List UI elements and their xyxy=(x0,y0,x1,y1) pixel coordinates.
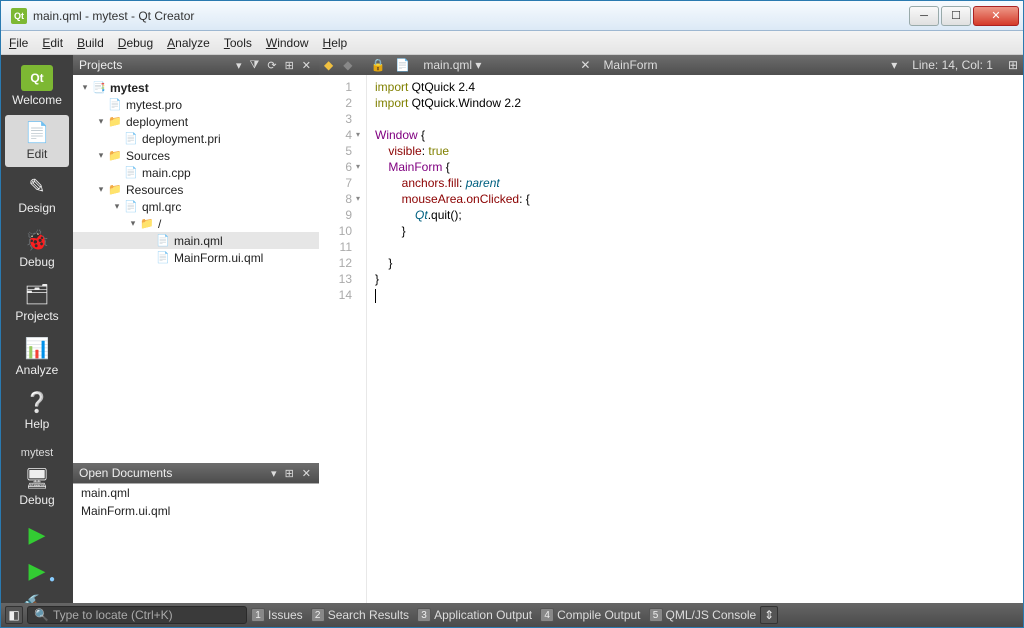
split-editor-icon[interactable]: ⊞ xyxy=(1003,58,1023,72)
search-icon: 🔍 xyxy=(34,608,49,622)
output-pane-expand-button[interactable]: ⇕ xyxy=(760,606,778,624)
cursor-position[interactable]: Line: 14, Col: 1 xyxy=(902,58,1003,72)
mode-design[interactable]: ✎ Design xyxy=(5,169,69,221)
menu-debug[interactable]: Debug xyxy=(118,36,153,50)
menu-build[interactable]: Build xyxy=(77,36,104,50)
mode-help-label: Help xyxy=(25,417,50,431)
mode-edit-label: Edit xyxy=(27,147,48,161)
code-area[interactable]: import QtQuick 2.4import QtQuick.Window … xyxy=(367,75,1023,603)
mode-help[interactable]: ❔ Help xyxy=(5,385,69,437)
menu-edit[interactable]: Edit xyxy=(42,36,63,50)
tree-node[interactable]: 📄deployment.pri xyxy=(73,130,319,147)
file-type-icon: 📄 xyxy=(390,58,415,72)
menu-window[interactable]: Window xyxy=(266,36,309,50)
output-pane-application-output[interactable]: 3Application Output xyxy=(417,606,532,624)
close-panel-icon[interactable]: ✕ xyxy=(300,59,313,72)
tree-node[interactable]: 📄main.cpp xyxy=(73,164,319,181)
locator-placeholder: Type to locate (Ctrl+K) xyxy=(53,608,173,622)
run-button[interactable]: ▶ xyxy=(17,519,57,551)
minimize-button[interactable]: ─ xyxy=(909,6,939,26)
locator-input[interactable]: 🔍 Type to locate (Ctrl+K) xyxy=(27,606,247,624)
close-file-button[interactable]: ✕ xyxy=(575,58,595,72)
output-pane-issues[interactable]: 1Issues xyxy=(251,606,303,624)
design-icon: ✎ xyxy=(21,173,53,199)
chevron-down-icon[interactable]: ▾ xyxy=(234,59,244,72)
menu-analyze[interactable]: Analyze xyxy=(167,36,210,50)
mode-projects-label: Projects xyxy=(15,309,58,323)
kit-label: Debug xyxy=(19,493,54,507)
toggle-sidebar-button[interactable]: ◧ xyxy=(5,606,23,624)
current-file-label: main.qml xyxy=(423,58,472,72)
chevron-down-icon[interactable]: ▾ xyxy=(269,467,279,480)
output-pane-compile-output[interactable]: 4Compile Output xyxy=(540,606,640,624)
status-bar: ◧ 🔍 Type to locate (Ctrl+K) 1Issues 2Sear… xyxy=(1,603,1023,627)
window-title: main.qml - mytest - Qt Creator xyxy=(33,9,907,23)
debug-icon: 🐞 xyxy=(21,227,53,253)
mode-bar: Qt Welcome 📄 Edit ✎ Design 🐞 Debug 🗂 Projects… xyxy=(1,55,73,603)
app-icon: Qt xyxy=(11,8,27,24)
tree-node[interactable]: 📄main.qml xyxy=(73,232,319,249)
analyze-icon: 📊 xyxy=(21,335,53,361)
chevron-down-icon[interactable]: ▾ xyxy=(886,58,902,72)
mode-edit[interactable]: 📄 Edit xyxy=(5,115,69,167)
edit-icon: 📄 xyxy=(21,119,53,145)
open-documents-list[interactable]: main.qmlMainForm.ui.qml xyxy=(73,483,319,603)
nav-back-button[interactable]: ◆ xyxy=(319,58,338,72)
tree-node[interactable]: ▾📄qml.qrc xyxy=(73,198,319,215)
nav-forward-button[interactable]: ◆ xyxy=(338,58,357,72)
mode-analyze[interactable]: 📊 Analyze xyxy=(5,331,69,383)
menu-help[interactable]: Help xyxy=(323,36,348,50)
code-editor[interactable]: 1234▾56▾78▾91011121314 import QtQuick 2.… xyxy=(319,75,1023,603)
open-doc-item[interactable]: main.qml xyxy=(73,484,319,502)
open-doc-item[interactable]: MainForm.ui.qml xyxy=(73,502,319,520)
close-panel-icon[interactable]: ✕ xyxy=(300,467,313,480)
project-tree[interactable]: ▾📑mytest 📄mytest.pro▾📁deployment 📄deploy… xyxy=(73,75,319,463)
debug-run-button[interactable]: ▶● xyxy=(17,555,57,587)
tree-node[interactable]: 📄MainForm.ui.qml xyxy=(73,249,319,266)
menubar: File Edit Build Debug Analyze Tools Wind… xyxy=(1,31,1023,55)
open-docs-header: Open Documents ▾ ⊞ ✕ xyxy=(73,463,319,483)
mode-welcome-label: Welcome xyxy=(12,93,62,107)
line-number-gutter[interactable]: 1234▾56▾78▾91011121314 xyxy=(319,75,367,603)
monitor-icon: 🖥 xyxy=(21,465,53,491)
close-button[interactable]: ✕ xyxy=(973,6,1019,26)
kit-selector[interactable]: 🖥 Debug xyxy=(5,461,69,513)
help-icon: ❔ xyxy=(21,389,53,415)
open-docs-title: Open Documents xyxy=(79,466,265,480)
tree-node[interactable]: ▾📑mytest xyxy=(73,79,319,96)
tree-node[interactable]: ▾📁Resources xyxy=(73,181,319,198)
mode-debug-label: Debug xyxy=(19,255,54,269)
projects-panel-header: Projects ▾ ⧩ ⟳ ⊞ ✕ xyxy=(73,55,319,75)
mode-welcome[interactable]: Qt Welcome xyxy=(5,61,69,113)
sync-icon[interactable]: ⟳ xyxy=(265,59,278,72)
mode-projects[interactable]: 🗂 Projects xyxy=(5,277,69,329)
qt-logo-icon: Qt xyxy=(21,65,53,91)
projects-icon: 🗂 xyxy=(21,281,53,307)
output-pane-search-results[interactable]: 2Search Results xyxy=(311,606,409,624)
file-selector[interactable]: main.qml ▾ xyxy=(415,58,575,72)
lock-icon[interactable]: 🔒 xyxy=(365,58,390,72)
editor-toolbar: ◆ ◆ 🔒 📄 main.qml ▾ ✕ MainForm ▾ Line: 14… xyxy=(319,55,1023,75)
filter-icon[interactable]: ⧩ xyxy=(248,59,262,72)
mode-debug[interactable]: 🐞 Debug xyxy=(5,223,69,275)
menu-file[interactable]: File xyxy=(9,36,28,50)
tree-node[interactable]: 📄mytest.pro xyxy=(73,96,319,113)
projects-panel-title: Projects xyxy=(79,58,230,72)
mode-design-label: Design xyxy=(18,201,55,215)
split-icon[interactable]: ⊞ xyxy=(283,59,296,72)
tree-node[interactable]: ▾📁/ xyxy=(73,215,319,232)
symbol-selector[interactable]: MainForm xyxy=(595,58,886,72)
titlebar: Qt main.qml - mytest - Qt Creator ─ ☐ ✕ xyxy=(1,1,1023,31)
output-pane-qml-js-console[interactable]: 5QML/JS Console xyxy=(649,606,757,624)
maximize-button[interactable]: ☐ xyxy=(941,6,971,26)
mode-analyze-label: Analyze xyxy=(16,363,59,377)
tree-node[interactable]: ▾📁Sources xyxy=(73,147,319,164)
menu-tools[interactable]: Tools xyxy=(224,36,252,50)
kit-project-label: mytest xyxy=(21,447,53,459)
current-symbol-label: MainForm xyxy=(603,58,657,72)
split-icon[interactable]: ⊞ xyxy=(283,467,296,480)
tree-node[interactable]: ▾📁deployment xyxy=(73,113,319,130)
